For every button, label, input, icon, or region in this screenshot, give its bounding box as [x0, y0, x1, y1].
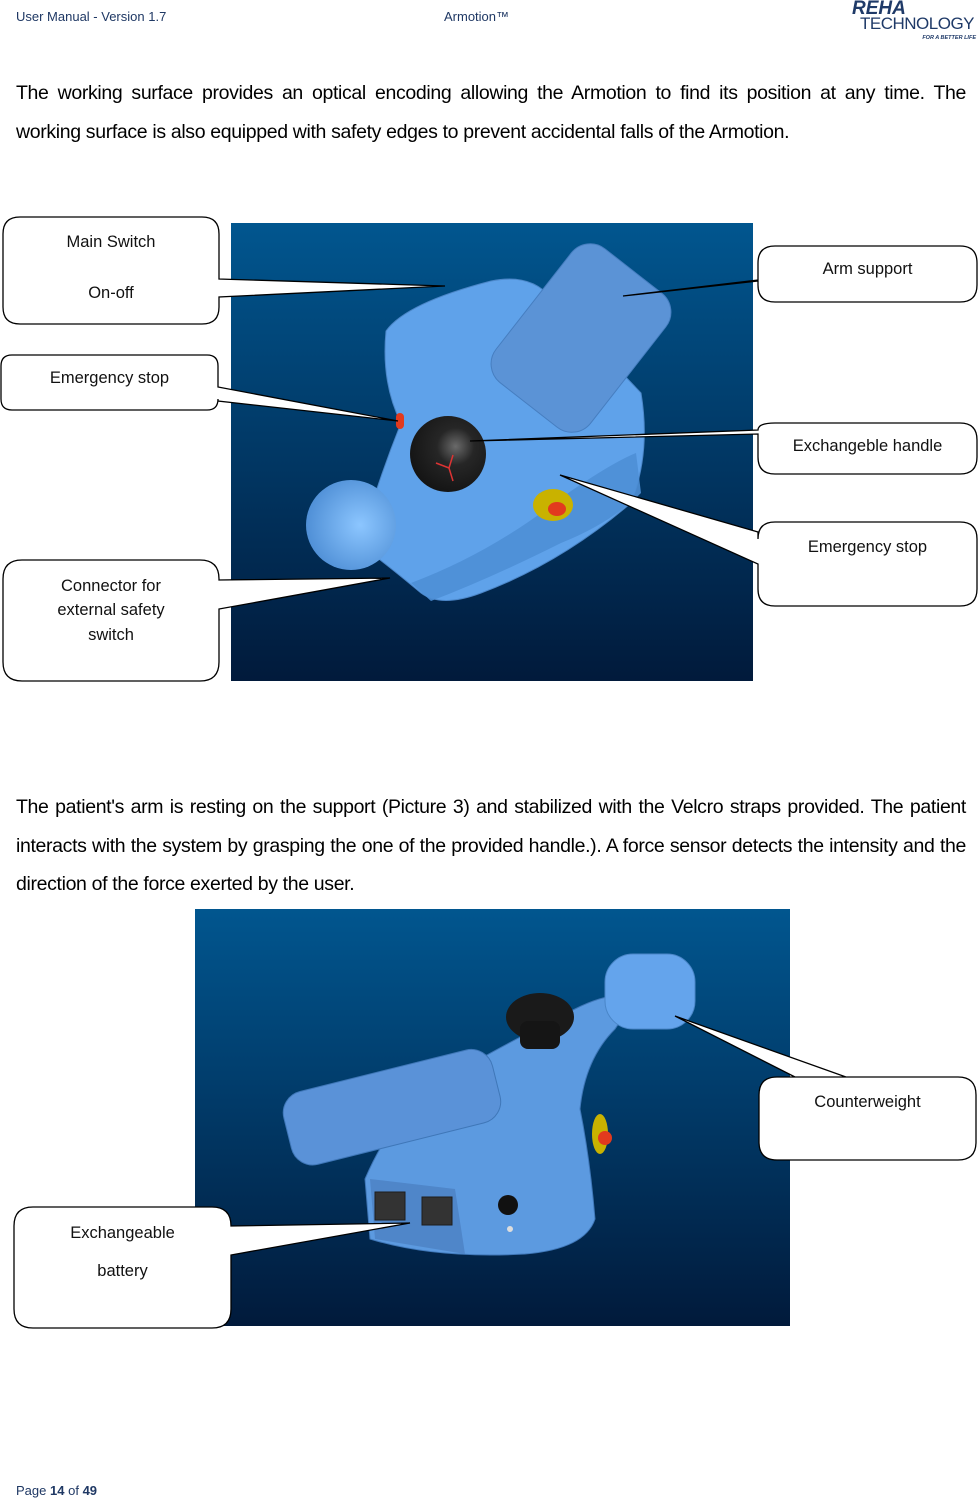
figure-device-top-view: [231, 223, 753, 681]
counterweight: [604, 953, 696, 1030]
callout-main-switch-sublabel: On-off: [88, 284, 134, 302]
page-label: Page: [16, 1483, 47, 1498]
header-manual-version: User Manual - Version 1.7: [16, 9, 167, 24]
callout-emergency-stop-left-label: Emergency stop: [49, 369, 170, 387]
figure-device-rear-view: [195, 909, 790, 1326]
page-current: 14: [50, 1483, 65, 1498]
status-led: [507, 1226, 513, 1232]
callout-emergency-stop-right-label: Emergency stop: [807, 538, 928, 556]
power-button: [498, 1195, 518, 1215]
callout-handle-label: Exchangeble handle: [792, 437, 943, 455]
callout-connector-label-1: Connector for: [61, 577, 161, 595]
counterweight-top: [306, 480, 396, 570]
callout-connector-label-3: switch: [88, 626, 134, 644]
battery-slot-1: [374, 1191, 406, 1221]
page-total: 49: [82, 1483, 98, 1498]
callout-main-switch-label: Main Switch: [66, 233, 156, 251]
logo-technology-text: TECHNOLOGY: [860, 14, 975, 33]
header-product-name: Armotion™: [444, 9, 510, 24]
emergency-stop-button-right: [548, 502, 566, 516]
paragraph-patient-arm: The patient's arm is resting on the supp…: [16, 796, 966, 895]
emergency-stop-button: [598, 1131, 612, 1145]
callout-arm-support-label: Arm support: [822, 260, 913, 278]
reha-technology-logo: REHA TECHNOLOGY FOR A BETTER LIFE: [846, 0, 978, 46]
paragraph-working-surface: The working surface provides an optical …: [16, 82, 966, 143]
exchangeable-handle-knob: [410, 416, 486, 492]
callout-battery-label-2: battery: [97, 1262, 148, 1280]
page-of-label: of: [68, 1483, 79, 1498]
logo-tagline: FOR A BETTER LIFE: [922, 35, 976, 41]
callout-connector-label-2: external safety: [57, 601, 165, 619]
battery-slot-2: [421, 1196, 453, 1226]
callout-counterweight-label: Counterweight: [814, 1093, 921, 1111]
callout-battery-label-1: Exchangeable: [70, 1224, 175, 1242]
emergency-stop-button-left: [396, 413, 404, 429]
page-number: Page 14 of 49: [16, 1483, 97, 1498]
